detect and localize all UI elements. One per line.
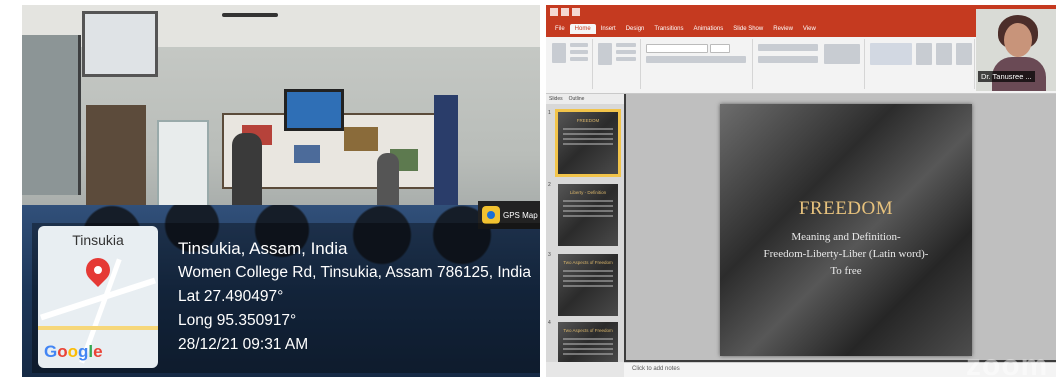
arrange-icon[interactable] bbox=[916, 43, 932, 65]
location-title: Tinsukia, Assam, India bbox=[178, 239, 348, 258]
tab-slides[interactable]: Slides bbox=[546, 94, 566, 104]
tab-file[interactable]: File bbox=[550, 24, 570, 34]
tab-slide-show[interactable]: Slide Show bbox=[728, 24, 768, 34]
slide-thumbnail-4[interactable]: Two Aspects of Freedom bbox=[558, 322, 618, 362]
address-line: Women College Rd, Tinsukia, Assam 786125… bbox=[178, 264, 531, 281]
standing-student bbox=[377, 153, 399, 213]
projection-screen bbox=[284, 89, 344, 131]
classroom-window bbox=[82, 11, 158, 77]
slide-number: 4 bbox=[548, 320, 551, 326]
slide-body-line: Meaning and Definition- bbox=[791, 231, 901, 243]
reset-icon[interactable] bbox=[616, 50, 636, 54]
slide-thumbnail-1[interactable]: FREEDOM bbox=[555, 109, 621, 177]
quick-access-toolbar[interactable] bbox=[550, 8, 580, 16]
tab-animations[interactable]: Animations bbox=[689, 24, 729, 34]
current-slide[interactable]: FREEDOM Meaning and Definition- Freedom-… bbox=[720, 104, 972, 356]
cut-icon[interactable] bbox=[570, 43, 588, 47]
thumbnail-title: Liberty - Definition bbox=[569, 190, 607, 195]
tab-view[interactable]: View bbox=[798, 24, 821, 34]
tab-outline[interactable]: Outline bbox=[566, 94, 588, 104]
slide-thumbnail-2[interactable]: Liberty - Definition bbox=[558, 184, 618, 246]
slide-number: 3 bbox=[548, 252, 551, 258]
gps-app-label: GPS Map bbox=[503, 210, 538, 220]
layout-icon[interactable] bbox=[616, 43, 636, 47]
quick-styles-icon[interactable] bbox=[936, 43, 952, 65]
text-direction-buttons[interactable] bbox=[824, 44, 860, 64]
section-icon[interactable] bbox=[616, 57, 636, 61]
paragraph-group bbox=[754, 39, 865, 89]
left-door bbox=[22, 35, 81, 195]
map-city-label: Tinsukia bbox=[72, 232, 124, 248]
teacher-figure bbox=[232, 133, 262, 213]
thumbnail-title: Two Aspects of Freedom bbox=[563, 328, 613, 333]
font-name-box[interactable] bbox=[646, 44, 708, 53]
tab-review[interactable]: Review bbox=[768, 24, 798, 34]
font-group bbox=[642, 39, 753, 89]
zoom-screen-share: File Home Insert Design Transitions Anim… bbox=[546, 5, 1056, 377]
tab-insert[interactable]: Insert bbox=[596, 24, 621, 34]
map-thumbnail: Tinsukia Google bbox=[38, 226, 158, 368]
zoom-watermark: zoom bbox=[966, 349, 1049, 377]
paste-icon[interactable] bbox=[552, 43, 566, 63]
classroom-photo: GPS Map Tinsukia Google Tinsukia, Assam,… bbox=[22, 5, 540, 377]
align-buttons[interactable] bbox=[758, 56, 818, 63]
redo-icon[interactable] bbox=[572, 8, 580, 16]
clipboard-group bbox=[548, 39, 593, 89]
slides-group bbox=[594, 39, 641, 89]
list-buttons[interactable] bbox=[758, 44, 818, 51]
latitude: Lat 27.490497° bbox=[178, 288, 284, 305]
font-style-buttons[interactable] bbox=[646, 56, 746, 63]
slides-pane: Slides Outline 1 FREEDOM 2 Liberty - Def… bbox=[546, 94, 624, 364]
tab-home[interactable]: Home bbox=[569, 24, 596, 34]
copy-icon[interactable] bbox=[570, 50, 588, 54]
undo-icon[interactable] bbox=[561, 8, 569, 16]
shapes-gallery[interactable] bbox=[870, 43, 912, 65]
ceiling-fan bbox=[222, 13, 278, 17]
timestamp: 28/12/21 09:31 AM bbox=[178, 336, 309, 353]
new-slide-icon[interactable] bbox=[598, 43, 612, 65]
slide-number: 2 bbox=[548, 182, 551, 188]
slide-number: 1 bbox=[548, 110, 551, 116]
thumbnail-title: Two Aspects of Freedom bbox=[563, 260, 613, 265]
slide-editing-area: FREEDOM Meaning and Definition- Freedom-… bbox=[626, 94, 1056, 360]
font-size-box[interactable] bbox=[710, 44, 730, 53]
ribbon-tab-row: File Home Insert Design Transitions Anim… bbox=[550, 24, 821, 34]
slide-body-line: Freedom-Liberty-Liber (Latin word)- bbox=[763, 248, 929, 260]
notes-placeholder: Click to add notes bbox=[632, 366, 680, 372]
participant-video[interactable]: Dr. Tanusree ... bbox=[976, 9, 1056, 91]
google-logo: Google bbox=[44, 342, 103, 361]
tab-design[interactable]: Design bbox=[621, 24, 650, 34]
tab-transitions[interactable]: Transitions bbox=[649, 24, 688, 34]
thumbnail-title: FREEDOM bbox=[576, 118, 600, 123]
gps-details: Tinsukia, Assam, India Women College Rd,… bbox=[178, 237, 531, 357]
save-icon[interactable] bbox=[550, 8, 558, 16]
participant-name: Dr. Tanusree ... bbox=[978, 71, 1035, 82]
pane-footer bbox=[546, 362, 624, 377]
slide-body[interactable]: Meaning and Definition- Freedom-Liberty-… bbox=[740, 229, 952, 280]
participant-face bbox=[1004, 23, 1032, 57]
longitude: Long 95.350917° bbox=[178, 312, 297, 329]
slide-body-line: To free bbox=[830, 265, 862, 277]
slide-thumbnail-3[interactable]: Two Aspects of Freedom bbox=[558, 254, 618, 316]
pane-tabs: Slides Outline bbox=[546, 94, 624, 104]
slide-title[interactable]: FREEDOM bbox=[720, 198, 972, 220]
format-painter-icon[interactable] bbox=[570, 57, 588, 61]
shape-fill-icon[interactable] bbox=[956, 43, 972, 65]
drawing-group bbox=[866, 39, 975, 89]
gps-app-icon bbox=[482, 206, 500, 224]
